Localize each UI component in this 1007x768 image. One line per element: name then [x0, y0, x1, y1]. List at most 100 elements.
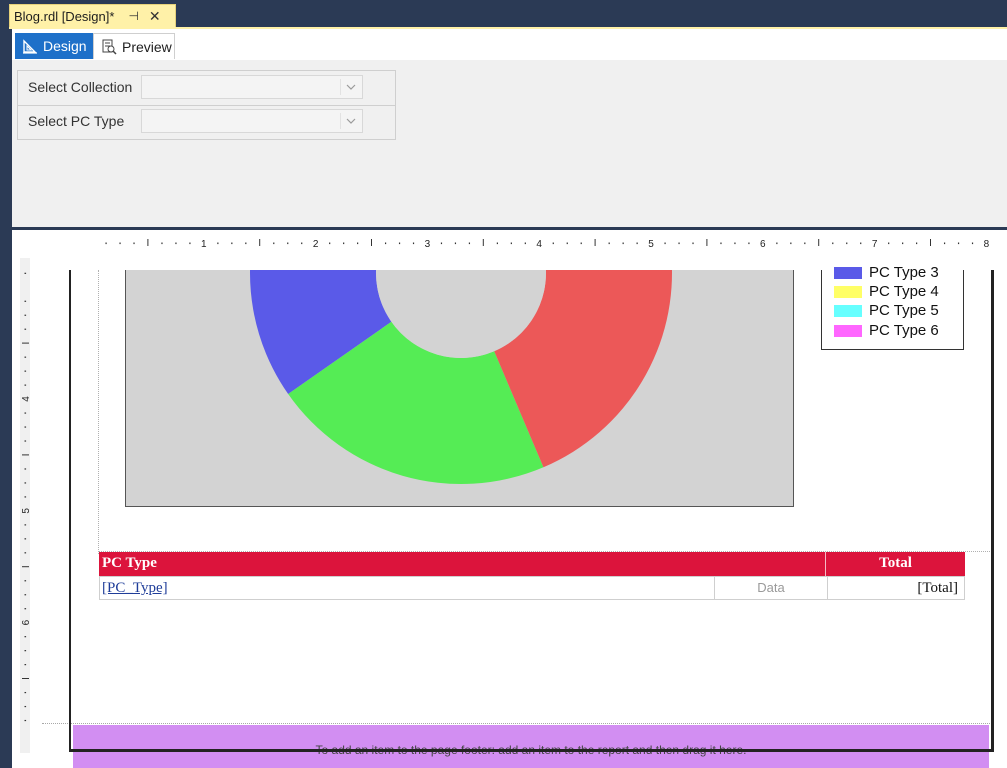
ruler-tick	[217, 242, 219, 245]
legend-swatch	[834, 285, 862, 298]
ruler-tick	[24, 719, 27, 722]
legend-label: PC Type 6	[869, 322, 939, 339]
page-footer-boundary[interactable]	[42, 723, 992, 724]
ruler-tick	[888, 242, 890, 245]
legend-item: PC Type 6	[834, 321, 939, 340]
tab-preview[interactable]: Preview	[93, 33, 175, 59]
legend-item: PC Type 3	[834, 263, 939, 282]
document-tab[interactable]: Blog.rdl [Design]* ⊣ ✕	[9, 4, 176, 28]
ruler-tick	[832, 242, 834, 245]
parameter-row: Select PC Type	[18, 105, 395, 139]
ruler-tick	[916, 242, 918, 245]
parameter-label: Select Collection	[28, 79, 133, 95]
legend-label: PC Type 4	[869, 283, 939, 300]
ruler-tick	[245, 242, 247, 245]
ruler-label: 4	[536, 239, 542, 250]
close-icon[interactable]: ✕	[149, 8, 161, 25]
ruler-tick	[357, 242, 359, 245]
ruler-label: 5	[648, 239, 654, 250]
ruler-tick	[329, 242, 331, 245]
ruler-label: 8	[984, 239, 990, 250]
ruler-tick	[943, 242, 946, 245]
ruler-tick	[846, 242, 848, 245]
pin-icon[interactable]: ⊣	[128, 9, 138, 23]
ruler-tick	[287, 242, 289, 245]
cell-total[interactable]: [Total]	[917, 580, 958, 597]
ruler-tick	[971, 242, 974, 245]
ruler-tick	[231, 242, 233, 245]
ruler-tick	[24, 594, 27, 596]
parameters-box: Select Collection Select PC Type	[17, 70, 396, 140]
legend-swatch	[834, 304, 862, 317]
ruler-tick	[24, 370, 27, 372]
ruler-tick	[189, 242, 191, 245]
ruler-tick	[440, 242, 443, 245]
ruler-tick	[608, 242, 610, 245]
ruler-tick	[301, 242, 303, 245]
ruler-tick	[384, 242, 387, 245]
legend-label: PC Type 3	[869, 264, 939, 281]
ruler-tick	[804, 242, 806, 245]
ruler-tick	[161, 242, 163, 245]
document-tab-title: Blog.rdl [Design]*	[14, 8, 115, 24]
ruler-tick	[776, 242, 778, 245]
ruler-tick	[454, 242, 457, 245]
ruler-label: 1	[201, 239, 207, 250]
vertical-ruler-ticks: 4 5 6	[21, 272, 32, 722]
legend-swatch	[834, 266, 862, 279]
tab-preview-label: Preview	[122, 38, 172, 55]
chevron-down-icon	[345, 114, 357, 132]
ruler-tick	[273, 242, 275, 245]
select-collection-dropdown[interactable]	[141, 75, 363, 99]
preview-icon	[101, 39, 117, 55]
ruler-tick	[398, 242, 401, 245]
ruler-tick	[24, 608, 27, 610]
cell-pc-type[interactable]: [PC_Type]	[102, 580, 168, 597]
ruler-tick	[622, 242, 624, 245]
ruler-tick	[678, 242, 680, 245]
legend-swatch	[834, 324, 862, 337]
header-total[interactable]: Total	[826, 555, 965, 572]
ruler-tick	[24, 691, 27, 694]
legend-item: PC Type 5	[834, 301, 939, 320]
ruler-tick	[510, 242, 512, 245]
ruler-tick	[580, 242, 582, 245]
ruler-tick	[343, 242, 345, 245]
ruler-tick	[24, 272, 27, 274]
ruler-tick	[105, 242, 107, 245]
ruler-tick	[24, 538, 27, 540]
ruler-label: 6	[21, 619, 32, 625]
legend-label: PC Type 5	[869, 302, 939, 319]
ruler-tick	[748, 242, 750, 245]
chart-legend[interactable]: PC Type 3 PC Type 4 PC Type 5 PC Type 6	[821, 264, 964, 350]
ruler-tick	[24, 580, 27, 582]
tab-design[interactable]: Design	[15, 33, 93, 59]
ruler-tick	[496, 242, 498, 245]
cell-data[interactable]: Data	[714, 577, 828, 599]
table-header-row: PC Type Total	[99, 552, 965, 576]
ruler-tick	[524, 242, 526, 245]
design-surface[interactable]: PC Type 3 PC Type 4 PC Type 5 PC Type 6 …	[42, 258, 1007, 768]
table-row: [PC_Type] Data [Total]	[99, 576, 965, 600]
parameters-pane: Select Collection Select PC Type	[12, 60, 1007, 227]
ruler-tick	[692, 242, 694, 245]
ruler-tick	[24, 356, 27, 358]
ruler-tick	[552, 242, 554, 245]
ruler-tick	[664, 242, 666, 245]
page-bottom-border[interactable]	[69, 749, 994, 752]
parameter-label: Select PC Type	[28, 113, 125, 129]
page-right-border	[991, 270, 994, 752]
page-footer[interactable]: To add an item to the page footer: add a…	[73, 725, 989, 768]
donut-chart[interactable]	[125, 258, 794, 507]
parameter-row: Select Collection	[18, 71, 395, 106]
header-pc-type[interactable]: PC Type	[102, 555, 157, 572]
ruler-tick	[412, 242, 415, 245]
select-pc-type-dropdown[interactable]	[141, 109, 363, 133]
ruler-tick	[24, 468, 27, 470]
tab-design-label: Design	[43, 38, 87, 54]
report-editor: Design Preview Select Collection Select	[9, 29, 1007, 768]
ruler-tick	[24, 426, 27, 428]
ruler-tick	[24, 314, 27, 316]
legend-item: PC Type 4	[834, 282, 939, 301]
ruler-tick	[24, 482, 27, 484]
